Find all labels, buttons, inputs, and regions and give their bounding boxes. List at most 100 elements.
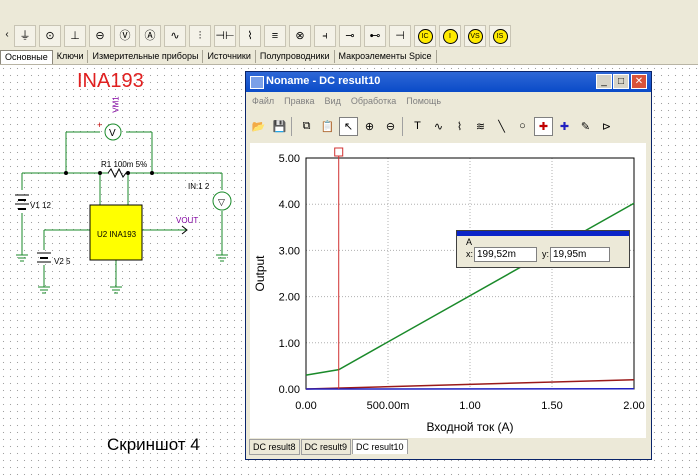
tab-0[interactable]: Основные xyxy=(0,50,53,64)
lamp-icon[interactable]: ⊣ xyxy=(389,25,411,47)
svg-text:V: V xyxy=(109,128,116,139)
close-button[interactable]: ✕ xyxy=(631,74,647,89)
result-tab-1[interactable]: DC result9 xyxy=(300,439,352,455)
cursor-b-icon[interactable]: ✚ xyxy=(555,117,574,136)
transformer-icon[interactable]: ≡ xyxy=(264,25,286,47)
tab-5[interactable]: Макроэлементы Spice xyxy=(334,50,437,63)
cursor-y-label: y: xyxy=(542,249,550,259)
result-tabs: DC result8 DC result9 DC result10 xyxy=(249,439,409,455)
tool-glyph: ⊙ xyxy=(45,29,55,42)
x-tick-label: 1.00 xyxy=(459,400,480,412)
dc-chart[interactable]: 0.00 1.00 2.00 3.00 4.00 5.00 0.00 500.00m 1.00 1… xyxy=(250,143,646,438)
y-tick-label: 4.00 xyxy=(279,199,300,211)
tool-glyph: ⫶ xyxy=(198,29,202,42)
voltmeter-v-icon[interactable]: Ⓥ xyxy=(114,25,136,47)
is-icon[interactable]: IS xyxy=(489,25,511,47)
tab-1[interactable]: Ключи xyxy=(52,50,89,63)
menu-item-3[interactable]: Обработка xyxy=(351,93,396,109)
cursor-handle xyxy=(334,147,344,157)
tool-glyph: VS xyxy=(467,28,483,44)
battery-icon[interactable]: ⊥ xyxy=(64,25,86,47)
cursor-x-label: x: xyxy=(466,249,474,259)
capacitor-icon[interactable]: ⊣⊢ xyxy=(214,25,236,47)
y-tick-label: 2.00 xyxy=(279,292,300,304)
paste-icon[interactable]: 📋 xyxy=(318,117,337,136)
tab-2[interactable]: Измерительные приборы xyxy=(88,50,204,63)
hatch-icon[interactable]: ≋ xyxy=(471,117,490,136)
tool-glyph: IS xyxy=(492,28,508,44)
cursor-readout-titlebar[interactable] xyxy=(457,231,629,236)
tab-4[interactable]: Полупроводники xyxy=(255,50,335,63)
tool-glyph: ⊣⊢ xyxy=(215,29,235,42)
voltmeter-icon[interactable]: ⊙ xyxy=(39,25,61,47)
tab-3[interactable]: Источники xyxy=(203,50,256,63)
y-axis-label: Output xyxy=(253,255,267,292)
svg-text:+: + xyxy=(97,120,102,130)
ammeter-a-icon[interactable]: Ⓐ xyxy=(139,25,161,47)
voltage-source-icon[interactable]: ⊖ xyxy=(89,25,111,47)
minimize-button[interactable]: _ xyxy=(596,74,612,89)
x-tick-label: 2.00 xyxy=(623,400,644,412)
potentiometer-icon[interactable]: ⫶ xyxy=(189,25,211,47)
tool-glyph: ∿ xyxy=(170,29,180,42)
tool-glyph: ⊥ xyxy=(70,29,80,42)
component-toolbar: ‹ ⏚ ⊙ ⊥ ⊖ Ⓥ Ⓐ ∿ ⫶ ⊣⊢ ⌇ ≡ ⊗ ⫞ ⊸ ⊷ ⊣ IC I VS IS xyxy=(0,0,698,51)
fit-icon[interactable]: ⌇ xyxy=(450,117,469,136)
menu-item-4[interactable]: Помощь xyxy=(406,93,441,109)
current-source-icon[interactable]: I xyxy=(439,25,461,47)
ic-source-icon[interactable]: IC xyxy=(414,25,436,47)
result-tab-2[interactable]: DC result10 xyxy=(352,439,408,454)
maximize-button[interactable]: □ xyxy=(613,74,629,89)
tool-glyph: Ⓐ xyxy=(144,29,156,42)
pointer-icon[interactable]: ↖ xyxy=(339,116,358,136)
marker-icon[interactable]: ⊳ xyxy=(597,117,616,136)
dc-result-window: Noname - DC result10 _ □ ✕ Файл Правка Вид… xyxy=(245,71,652,460)
ground-icon[interactable]: ⏚ xyxy=(14,25,36,47)
tool-glyph: ⫞ xyxy=(322,29,328,42)
circle-icon[interactable]: ○ xyxy=(513,117,532,136)
zoom-in-icon[interactable]: ⊕ xyxy=(360,117,379,136)
fuse-icon[interactable]: ⊷ xyxy=(364,25,386,47)
result-tab-0[interactable]: DC result8 xyxy=(249,439,300,455)
tool-row: ⏚ ⊙ ⊥ ⊖ Ⓥ Ⓐ ∿ ⫶ ⊣⊢ ⌇ ≡ ⊗ ⫞ ⊸ ⊷ ⊣ IC I VS IS xyxy=(14,24,514,48)
component-tabs: Основные Ключи Измерительные приборы Источн… xyxy=(0,50,698,65)
tool-glyph: ⊸ xyxy=(345,29,355,42)
save-icon[interactable]: 💾 xyxy=(270,117,289,136)
x-tick-label: 1.50 xyxy=(541,400,562,412)
y-tick-label: 0.00 xyxy=(279,384,300,396)
menu-item-1[interactable]: Правка xyxy=(284,93,314,109)
resistor-icon[interactable]: ∿ xyxy=(164,25,186,47)
y-tick-label: 3.00 xyxy=(279,245,300,257)
scroll-left-arrow[interactable]: ‹ xyxy=(2,24,12,46)
tool-glyph: ⏚ xyxy=(19,29,31,42)
switch-icon[interactable]: ⫞ xyxy=(314,25,336,47)
app-icon xyxy=(250,76,264,89)
cursor-x-field[interactable]: 199,52m xyxy=(474,247,537,262)
plot-frame xyxy=(305,157,635,390)
plot-toolbar: 📂 💾 ⧉ 📋 ↖ ⊕ ⊖ T ∿ ⌇ ≋ ╲ ○ ✚ ✚ ✎ ⊳ xyxy=(249,114,616,138)
cursor-y-field[interactable]: 19,95m xyxy=(550,247,610,262)
tool-glyph: ⊗ xyxy=(295,29,305,42)
relay-icon[interactable]: ⊗ xyxy=(289,25,311,47)
copy-icon[interactable]: ⧉ xyxy=(297,117,316,136)
menu-item-0[interactable]: Файл xyxy=(252,93,274,109)
plot-area[interactable]: 0.00 1.00 2.00 3.00 4.00 5.00 0.00 500.00m 1.00 1… xyxy=(250,143,646,438)
tool-glyph: IC xyxy=(417,28,433,44)
toolbar-separator xyxy=(291,116,295,136)
eyedropper-icon[interactable]: ✎ xyxy=(576,117,595,136)
vout-label: VOUT xyxy=(176,216,199,225)
inductor-icon[interactable]: ⌇ xyxy=(239,25,261,47)
pushbutton-icon[interactable]: ⊸ xyxy=(339,25,361,47)
vs-icon[interactable]: VS xyxy=(464,25,486,47)
cursor-a-icon[interactable]: ✚ xyxy=(534,116,553,136)
curve-icon[interactable]: ∿ xyxy=(429,117,448,136)
text-icon[interactable]: T xyxy=(408,117,427,136)
vm1-label: VM1 xyxy=(111,96,121,113)
zoom-out-icon[interactable]: ⊖ xyxy=(381,117,400,136)
tool-glyph: Ⓥ xyxy=(119,29,131,42)
window-titlebar[interactable]: Noname - DC result10 _ □ ✕ xyxy=(246,72,651,92)
line-icon[interactable]: ╲ xyxy=(492,117,511,136)
v2-label: V2 5 xyxy=(54,257,71,266)
menu-item-2[interactable]: Вид xyxy=(325,93,341,109)
open-icon[interactable]: 📂 xyxy=(249,117,268,136)
